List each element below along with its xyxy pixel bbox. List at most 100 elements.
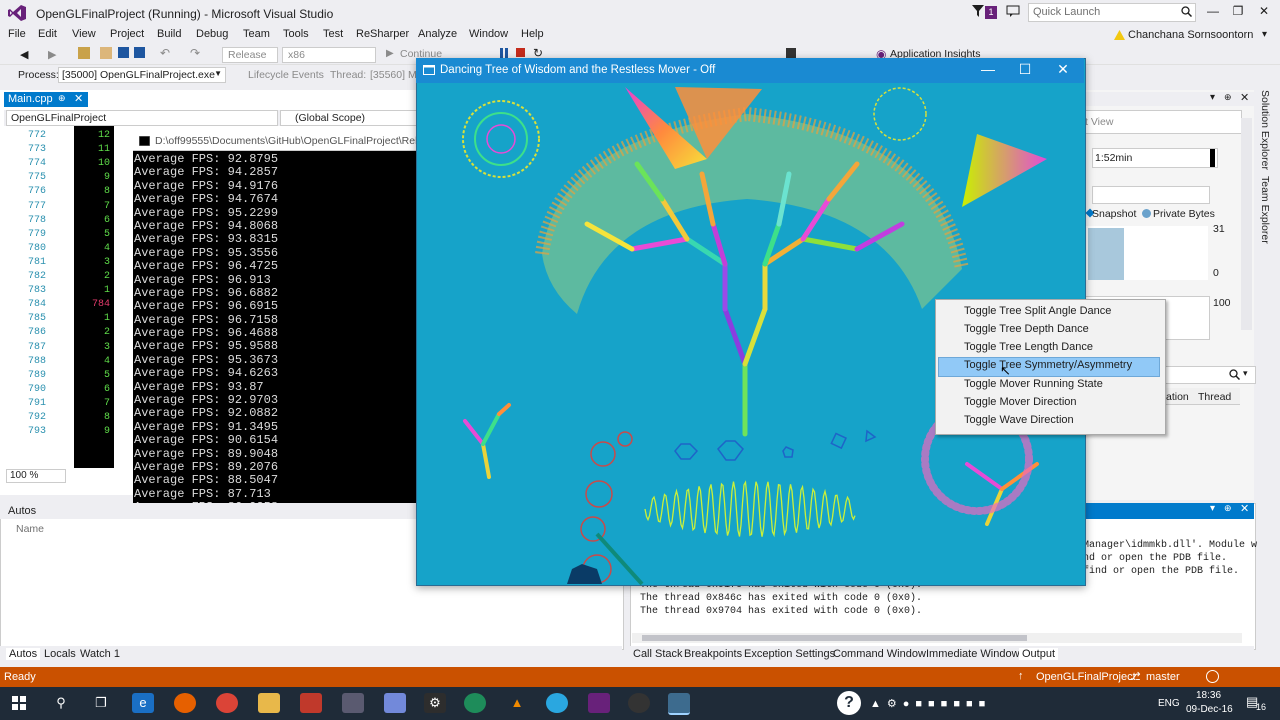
- vlc-icon[interactable]: ▲: [506, 693, 528, 713]
- close-icon[interactable]: ✕: [1240, 502, 1249, 515]
- menu-team[interactable]: Team: [243, 28, 270, 40]
- dropdown-icon[interactable]: ▾: [1243, 368, 1248, 379]
- platform-select[interactable]: x86: [282, 47, 376, 63]
- close-icon[interactable]: ✕: [1240, 91, 1249, 104]
- undo-icon[interactable]: ↶: [160, 46, 170, 60]
- diagnostics-scrollbar[interactable]: [1241, 118, 1252, 330]
- thread-select[interactable]: [35560] M: [370, 69, 417, 81]
- tab-close-icon[interactable]: ✕: [74, 92, 83, 105]
- status-project[interactable]: OpenGLFinalProject: [1036, 671, 1136, 683]
- new-project-icon[interactable]: [78, 47, 90, 59]
- status-branch[interactable]: master: [1146, 671, 1180, 683]
- column-thread[interactable]: Thread: [1198, 391, 1231, 403]
- menu-item-toggle-tree-symmetry[interactable]: Toggle Tree Symmetry/Asymmetry: [938, 357, 1160, 377]
- menu-edit[interactable]: Edit: [38, 28, 57, 40]
- menu-resharper[interactable]: ReSharper: [356, 28, 409, 40]
- visual-studio-taskbar-icon[interactable]: [588, 693, 610, 713]
- opengl-app-taskbar-icon[interactable]: [668, 693, 690, 715]
- signed-in-user[interactable]: Chanchana Sornsoontorn: [1128, 29, 1253, 41]
- unity-icon[interactable]: [342, 693, 364, 713]
- account-chevron-icon[interactable]: ▾: [1262, 29, 1267, 40]
- close-button[interactable]: ✕: [1050, 61, 1076, 78]
- help-icon[interactable]: ?: [837, 691, 861, 715]
- tab-autos[interactable]: Autos: [6, 648, 41, 660]
- timeline-cursor[interactable]: [1210, 149, 1215, 167]
- menu-item-toggle-mover-running-state[interactable]: Toggle Mover Running State: [938, 376, 1160, 394]
- app-blue-icon[interactable]: [546, 693, 568, 713]
- feedback-icon[interactable]: [1006, 5, 1020, 17]
- save-all-icon[interactable]: [134, 47, 145, 58]
- chrome-icon[interactable]: [216, 693, 238, 713]
- menu-item-toggle-mover-direction[interactable]: Toggle Mover Direction: [938, 394, 1160, 412]
- column-ation[interactable]: ation: [1166, 391, 1189, 403]
- menu-debug[interactable]: Debug: [196, 28, 228, 40]
- menu-tools[interactable]: Tools: [283, 28, 309, 40]
- tab-output[interactable]: Output: [1019, 648, 1059, 660]
- autos-column-name[interactable]: Name: [16, 523, 44, 535]
- stop-icon[interactable]: [516, 48, 525, 57]
- dropdown-icon[interactable]: ▾: [1210, 503, 1215, 514]
- output-horizontal-scrollbar[interactable]: [632, 633, 1242, 643]
- task-view-icon[interactable]: ❐: [90, 693, 112, 713]
- tray-icons[interactable]: ▲⚙●■■■■■■: [870, 697, 991, 710]
- firefox-icon[interactable]: [174, 693, 196, 713]
- lifecycle-events-button[interactable]: Lifecycle Events: [248, 69, 324, 81]
- menu-window[interactable]: Window: [469, 28, 508, 40]
- pin-icon[interactable]: ⊕: [1224, 92, 1232, 103]
- app-green-icon[interactable]: [464, 693, 486, 713]
- project-scope-select[interactable]: OpenGLFinalProject: [6, 110, 278, 126]
- edge-icon[interactable]: e: [132, 693, 154, 713]
- settings-gear-icon[interactable]: ⚙: [424, 693, 446, 713]
- quick-launch-input[interactable]: Quick Launch: [1028, 3, 1196, 22]
- language-indicator[interactable]: ENG: [1158, 698, 1180, 709]
- tab-locals[interactable]: Locals: [44, 648, 76, 660]
- notification-badge[interactable]: 1: [985, 6, 997, 19]
- menu-test[interactable]: Test: [323, 28, 343, 40]
- obs-icon[interactable]: [628, 693, 650, 713]
- redo-icon[interactable]: ↷: [190, 46, 200, 60]
- search-icon[interactable]: ⚲: [50, 693, 72, 713]
- global-scope-select[interactable]: (Global Scope): [280, 110, 418, 126]
- process-select[interactable]: [35000] OpenGLFinalProject.exe ▼: [58, 67, 226, 83]
- breakpoint-toolbar-icon[interactable]: [786, 48, 796, 58]
- forward-icon[interactable]: ▶: [48, 48, 56, 61]
- clock-date[interactable]: 09-Dec-16: [1186, 704, 1233, 715]
- menu-item-toggle-tree-split-angle-dance[interactable]: Toggle Tree Split Angle Dance: [938, 303, 1160, 321]
- menu-build[interactable]: Build: [157, 28, 181, 40]
- tab-main-cpp[interactable]: Main.cpp ⊕ ✕: [4, 92, 88, 107]
- dropdown-icon[interactable]: ▾: [1210, 92, 1215, 103]
- clock-time[interactable]: 18:36: [1196, 690, 1221, 701]
- view-bar[interactable]: t View: [1084, 110, 1242, 134]
- tab-solution-explorer[interactable]: Solution Explorer: [1259, 90, 1271, 170]
- open-file-icon[interactable]: [100, 47, 112, 59]
- zoom-select[interactable]: 100 %: [6, 469, 66, 483]
- menu-analyze[interactable]: Analyze: [418, 28, 457, 40]
- maximize-button[interactable]: ❐: [1228, 4, 1248, 18]
- save-icon[interactable]: [118, 47, 129, 58]
- tab-exception-settings[interactable]: Exception Settings: [744, 648, 835, 660]
- minimize-button[interactable]: —: [975, 61, 1001, 77]
- live-share-icon[interactable]: [1206, 670, 1219, 683]
- scrollbar-thumb[interactable]: [642, 635, 1027, 641]
- back-icon[interactable]: ◀: [20, 48, 28, 61]
- minimize-button[interactable]: —: [1203, 4, 1223, 18]
- pin-icon[interactable]: ⊕: [58, 93, 66, 104]
- menu-view[interactable]: View: [72, 28, 96, 40]
- tab-watch-1[interactable]: Watch 1: [80, 648, 120, 660]
- pin-icon[interactable]: ⊕: [1224, 503, 1232, 514]
- menu-help[interactable]: Help: [521, 28, 544, 40]
- discord-icon[interactable]: [384, 693, 406, 713]
- menu-item-toggle-tree-depth-dance[interactable]: Toggle Tree Depth Dance: [938, 321, 1160, 339]
- menu-item-toggle-tree-length-dance[interactable]: Toggle Tree Length Dance: [938, 339, 1160, 357]
- memory-graph[interactable]: [1084, 226, 1208, 280]
- app-red-icon[interactable]: [300, 693, 322, 713]
- close-button[interactable]: ✕: [1254, 4, 1274, 18]
- menu-item-toggle-wave-direction[interactable]: Toggle Wave Direction: [938, 412, 1160, 430]
- filter-icon[interactable]: [972, 5, 984, 17]
- menu-file[interactable]: File: [8, 28, 26, 40]
- tab-breakpoints[interactable]: Breakpoints: [684, 648, 742, 660]
- windows-start-icon[interactable]: [12, 696, 26, 710]
- continue-play-icon[interactable]: ▶: [386, 48, 394, 59]
- file-explorer-icon[interactable]: [258, 693, 280, 713]
- timeline-ruler[interactable]: 1:52min: [1092, 148, 1218, 168]
